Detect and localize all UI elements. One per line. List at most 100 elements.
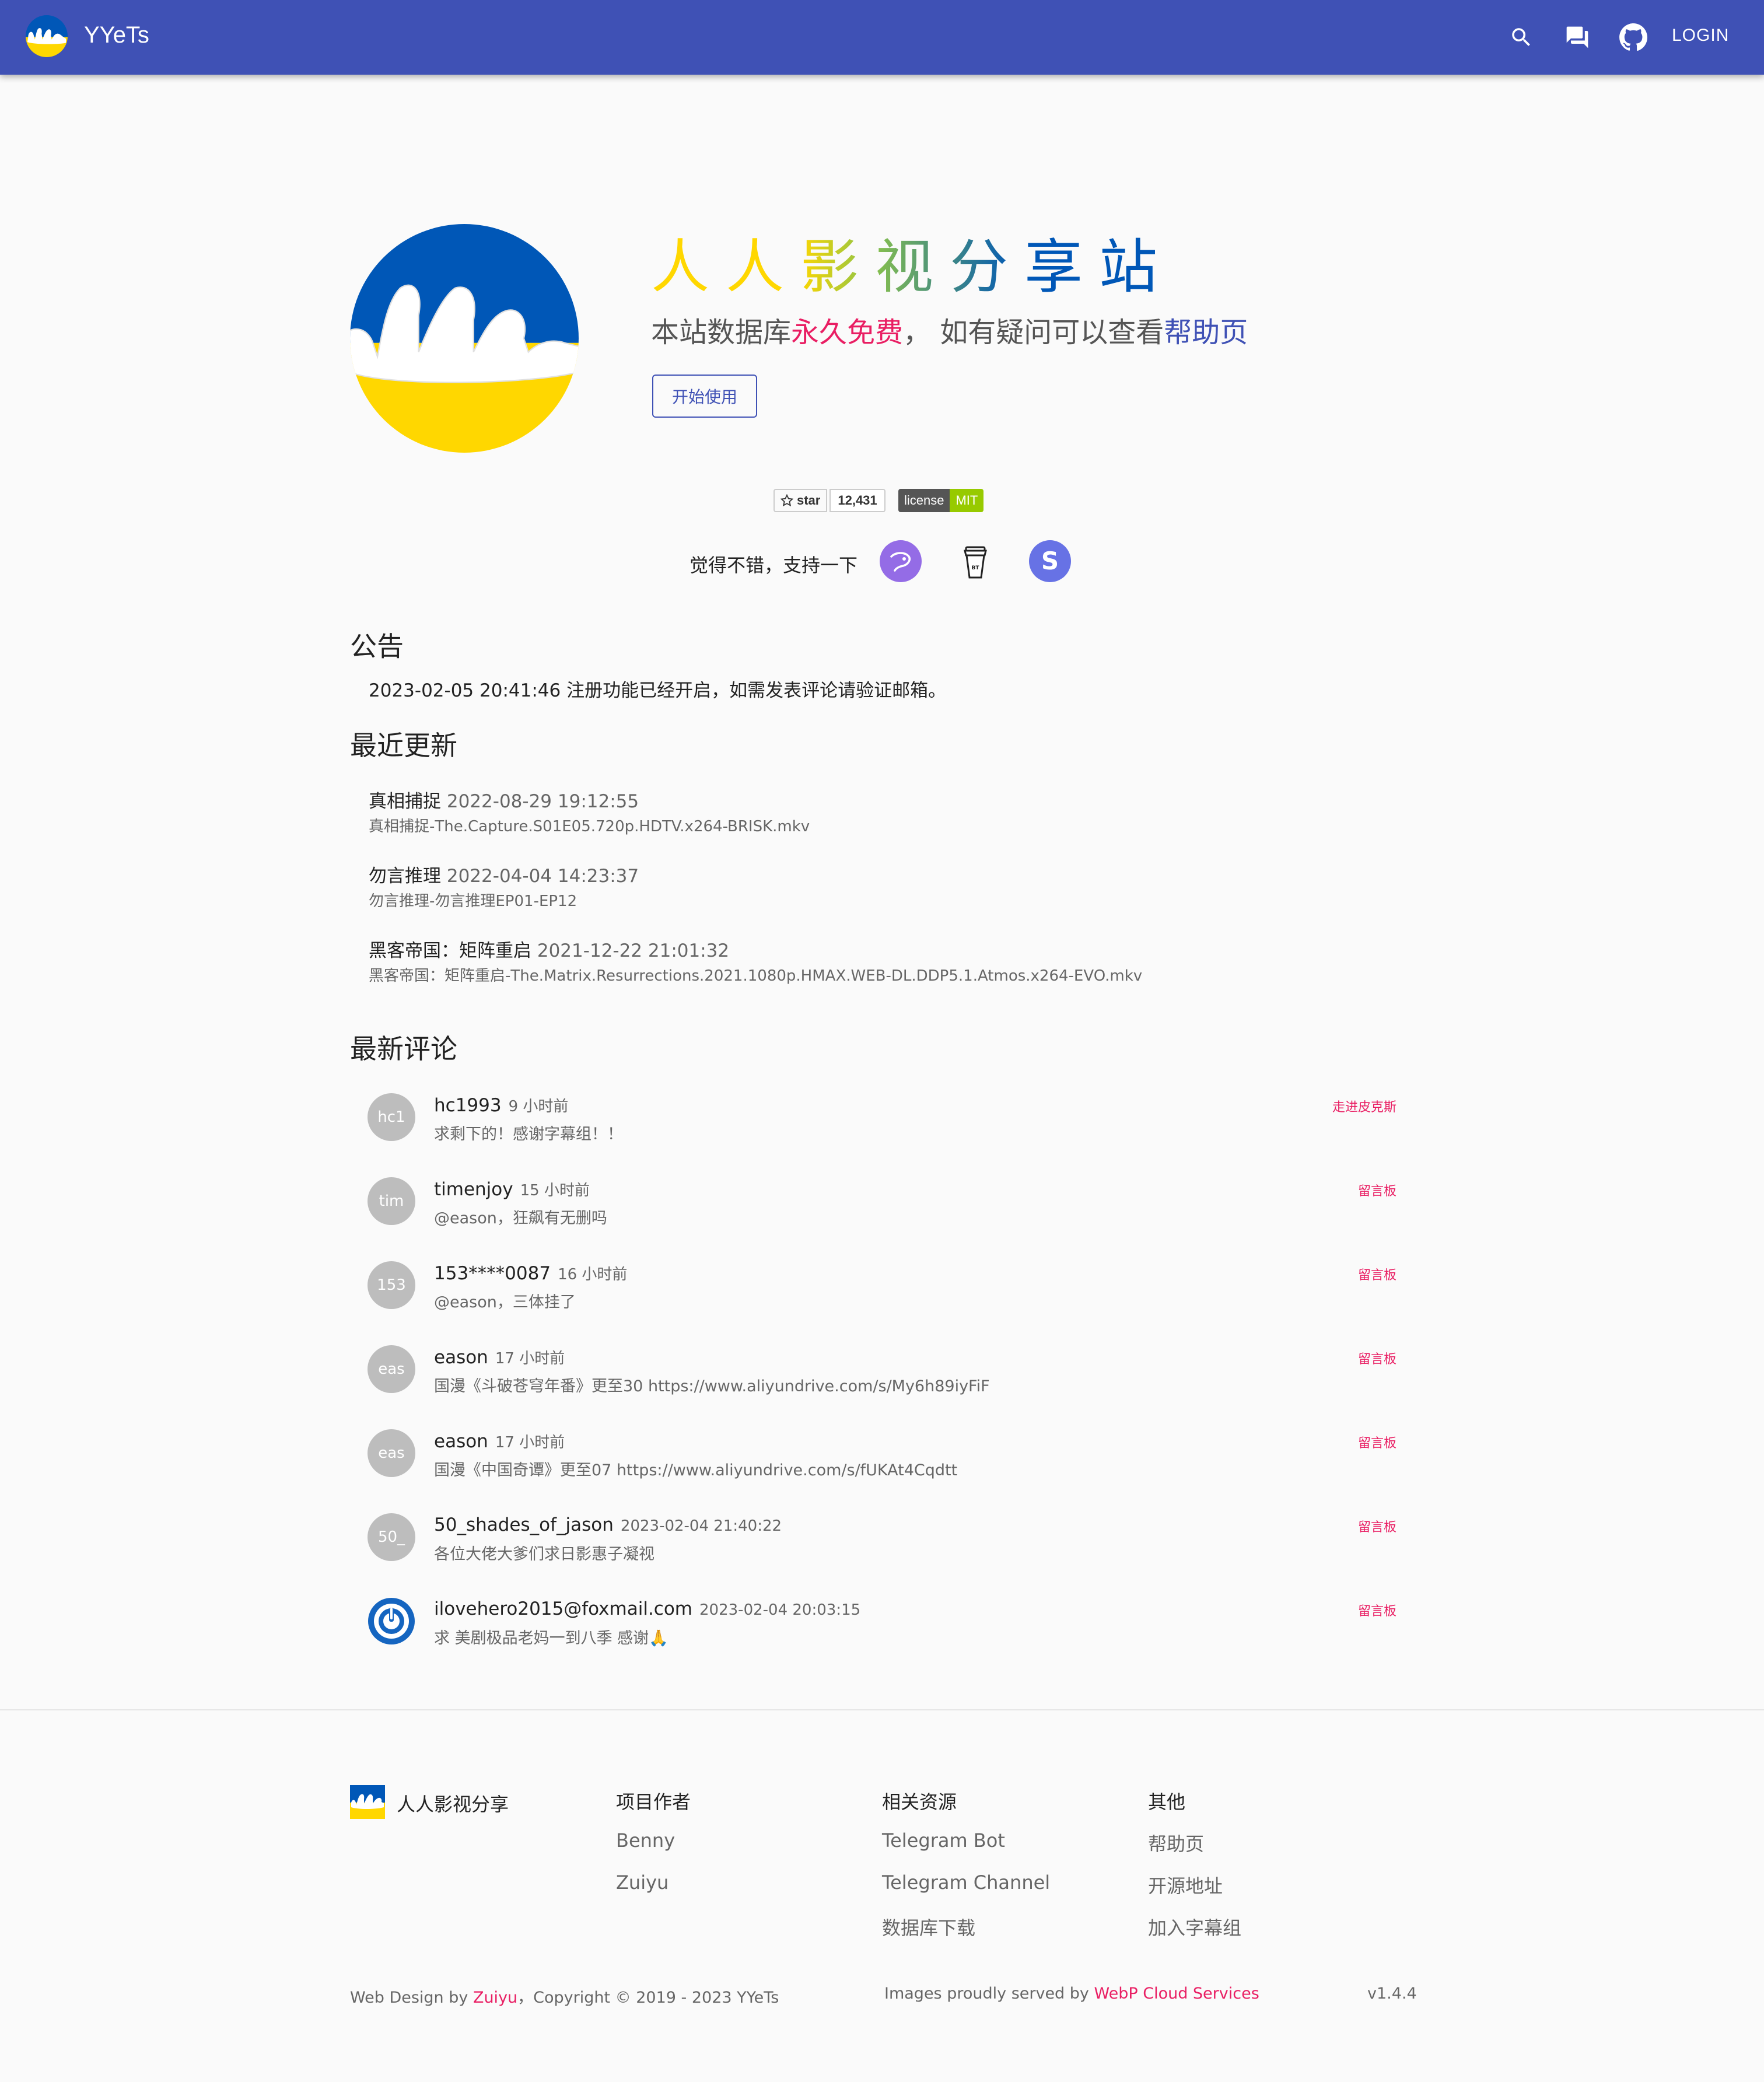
update-item-file[interactable]: 真相捕捉-The.Capture.S01E05.720p.HDTV.x264-B… <box>369 814 810 836</box>
comment-time: 17 小时前 <box>495 1434 565 1451</box>
footer-col-other-heading: 其他 <box>1148 1791 1186 1813</box>
yyets-logo[interactable] <box>26 15 68 57</box>
avatar[interactable]: eas <box>368 1429 415 1477</box>
comment-text: 求剩下的！感谢字幕组！！ <box>434 1125 623 1143</box>
comment-user[interactable]: timenjoy <box>434 1179 513 1200</box>
footer-divider <box>0 1709 1764 1710</box>
images-text: Images proudly served by <box>884 1985 1094 2003</box>
comment-source-link[interactable]: 走进皮克斯 <box>1332 1097 1396 1115</box>
update-item-file[interactable]: 勿言推理-勿言推理EP01-EP12 <box>369 889 577 911</box>
github-icon[interactable] <box>1616 20 1651 55</box>
comment-header: hc1993 9 小时前 <box>434 1094 568 1116</box>
update-item-title[interactable]: 真相捕捉 2022-08-29 19:12:55 <box>369 786 639 813</box>
afdian-icon[interactable] <box>878 539 923 583</box>
update-item-file[interactable]: 黑客帝国：矩阵重启-The.Matrix.Resurrections.2021.… <box>369 964 1142 985</box>
designer-link[interactable]: Zuiyu <box>473 1989 517 2007</box>
license-badge[interactable]: license MIT <box>898 489 984 512</box>
help-page-link[interactable]: 帮助页 <box>1164 316 1248 349</box>
avatar[interactable]: eas <box>368 1345 415 1393</box>
comment-source-link[interactable]: 留言板 <box>1358 1349 1396 1367</box>
version-label: v1.4.4 <box>1367 1985 1417 2003</box>
comment-text: 各位大佬大爹们求日影惠子凝视 <box>434 1545 654 1563</box>
comment-source-link[interactable]: 留言板 <box>1358 1265 1396 1283</box>
footer-credits: Web Design by Zuiyu，Copyright © 2019 - 2… <box>350 1985 779 2007</box>
app-bar: YYeTs LOGIN <box>0 0 1764 75</box>
footer-link-help[interactable]: 帮助页 <box>1148 1829 1204 1856</box>
comment-header: eason 17 小时前 <box>434 1346 565 1368</box>
hero-subtitle: 本站数据库永久免费， 如有疑问可以查看帮助页 <box>651 309 1248 350</box>
comment-header: ilovehero2015@foxmail.com 2023-02-04 20:0… <box>434 1598 860 1619</box>
comment-time: 9 小时前 <box>508 1098 569 1115</box>
stripe-icon[interactable]: S <box>1028 539 1072 583</box>
updates-heading: 最近更新 <box>350 730 457 761</box>
comments-heading: 最新评论 <box>350 1033 457 1065</box>
update-name: 勿言推理 <box>369 866 441 887</box>
comment-text: 国漫《斗破苍穹年番》更至30 https://www.aliyundrive.c… <box>434 1377 990 1395</box>
update-item-title[interactable]: 黑客帝国：矩阵重启 2021-12-22 21:01:32 <box>369 936 729 962</box>
comment-time: 2023-02-04 21:40:22 <box>620 1517 782 1535</box>
update-item-title[interactable]: 勿言推理 2022-04-04 14:23:37 <box>369 861 639 887</box>
webp-cloud-link[interactable]: WebP Cloud Services <box>1094 1985 1259 2003</box>
license-value: MIT <box>950 489 984 512</box>
footer-link-telegram-channel[interactable]: Telegram Channel <box>882 1871 1050 1894</box>
comment-text: 国漫《中国奇谭》更至07 https://www.aliyundrive.com… <box>434 1461 958 1479</box>
comment-header: eason 17 小时前 <box>434 1430 565 1452</box>
update-time: 2022-04-04 14:23:37 <box>446 866 639 887</box>
comment-source-link[interactable]: 留言板 <box>1358 1433 1396 1451</box>
comment-time: 17 小时前 <box>495 1350 565 1367</box>
star-icon <box>780 494 793 507</box>
avatar[interactable] <box>368 1597 415 1645</box>
design-by-text: Web Design by <box>350 1989 473 2007</box>
update-name: 黑客帝国：矩阵重启 <box>369 940 531 961</box>
forum-icon[interactable] <box>1560 20 1595 55</box>
comment-user[interactable]: 50_shades_of_jason <box>434 1514 614 1535</box>
footer-link-join[interactable]: 加入字幕组 <box>1148 1913 1241 1940</box>
avatar[interactable]: tim <box>368 1177 415 1225</box>
comment-header: 153****0087 16 小时前 <box>434 1262 627 1284</box>
comment-time: 15 小时前 <box>520 1182 590 1199</box>
footer-link-zuiyu[interactable]: Zuiyu <box>616 1871 668 1894</box>
search-icon[interactable] <box>1504 20 1539 55</box>
update-time: 2021-12-22 21:01:32 <box>537 940 730 961</box>
footer-link-telegram-bot[interactable]: Telegram Bot <box>882 1829 1005 1852</box>
app-brand[interactable]: YYeTs <box>84 22 149 48</box>
comment-time: 16 小时前 <box>558 1266 628 1283</box>
github-star-badge[interactable]: star 12,431 <box>774 489 886 512</box>
footer-images-credit: Images proudly served by WebP Cloud Serv… <box>884 1985 1259 2003</box>
subtitle-text-mid: ， 如有疑问可以查看 <box>903 316 1164 349</box>
free-highlight: 永久免费 <box>791 316 904 349</box>
comment-user[interactable]: eason <box>434 1347 488 1368</box>
comment-source-link[interactable]: 留言板 <box>1358 1601 1396 1619</box>
avatar[interactable]: hc1 <box>368 1093 415 1141</box>
svg-text:BT: BT <box>972 565 980 571</box>
hero-logo <box>350 224 579 453</box>
comment-header: 50_shades_of_jason 2023-02-04 21:40:22 <box>434 1514 782 1535</box>
buymeacoffee-icon[interactable]: BT <box>953 539 998 583</box>
avatar[interactable]: 153 <box>368 1261 415 1309</box>
comment-source-link[interactable]: 留言板 <box>1358 1181 1396 1199</box>
login-button[interactable]: LOGIN <box>1672 26 1729 46</box>
footer-link-database-download[interactable]: 数据库下载 <box>882 1913 975 1940</box>
footer-logo <box>350 1785 385 1819</box>
hero-title: 人人影视分享站 <box>651 219 1174 304</box>
comment-text: @eason，狂飙有无删吗 <box>434 1209 607 1227</box>
announcement-text: 2023-02-05 20:41:46 注册功能已经开启，如需发表评论请验证邮箱… <box>369 680 947 701</box>
comment-user[interactable]: hc1993 <box>434 1095 502 1116</box>
footer-col-resources-heading: 相关资源 <box>882 1791 957 1813</box>
announcement-heading: 公告 <box>350 631 404 662</box>
footer-col-authors-heading: 项目作者 <box>616 1791 691 1813</box>
footer-link-source[interactable]: 开源地址 <box>1148 1871 1223 1898</box>
hero-title-text: 人人影视分享站 <box>651 233 1174 301</box>
update-time: 2022-08-29 19:12:55 <box>446 791 639 812</box>
footer-link-benny[interactable]: Benny <box>616 1829 675 1852</box>
avatar[interactable]: 50_ <box>368 1513 415 1561</box>
comment-time: 2023-02-04 20:03:15 <box>699 1601 861 1619</box>
svg-text:S: S <box>1041 547 1059 575</box>
comment-user[interactable]: 153****0087 <box>434 1263 551 1284</box>
start-button[interactable]: 开始使用 <box>652 375 757 418</box>
comment-source-link[interactable]: 留言板 <box>1358 1517 1396 1535</box>
star-badge-label: star <box>774 489 828 512</box>
comment-text: @eason，三体挂了 <box>434 1293 576 1311</box>
comment-user[interactable]: eason <box>434 1431 488 1452</box>
comment-user[interactable]: ilovehero2015@foxmail.com <box>434 1598 692 1619</box>
